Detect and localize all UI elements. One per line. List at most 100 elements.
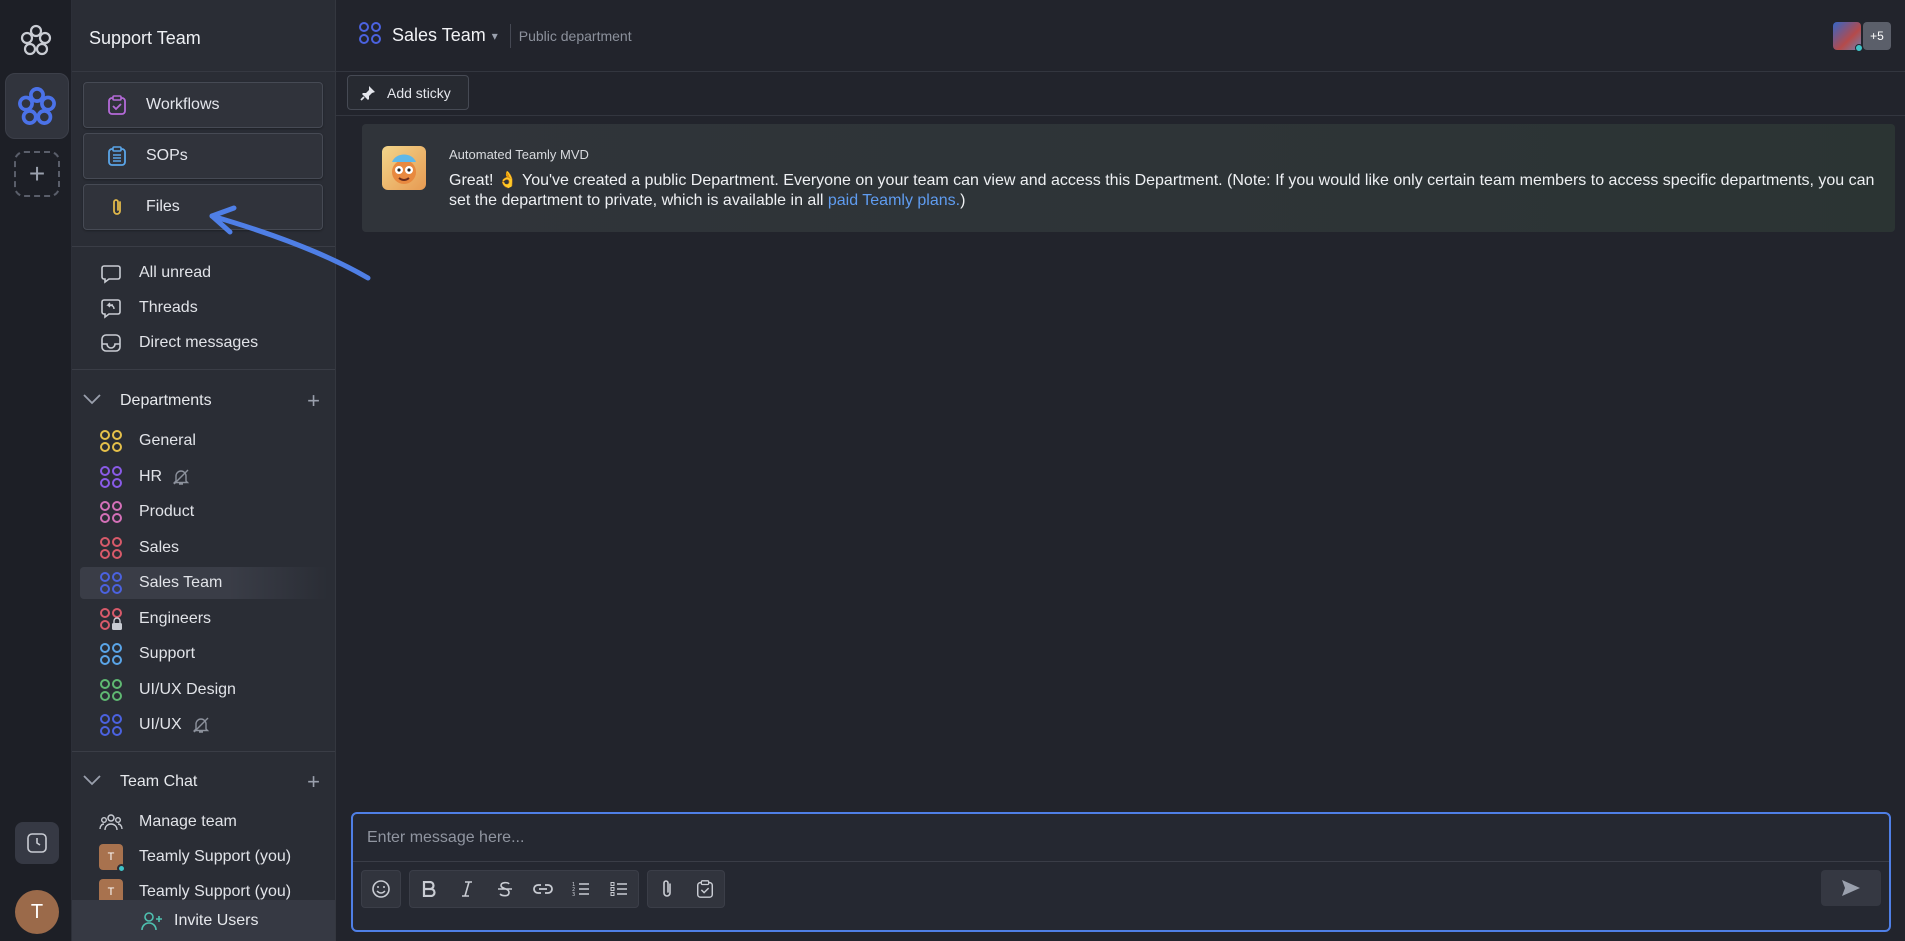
- department-icon: [99, 607, 123, 631]
- sops-button[interactable]: SOPs: [83, 133, 323, 179]
- department-item[interactable]: Sales: [72, 532, 335, 564]
- department-label: HR: [139, 467, 163, 485]
- inbox-icon: [99, 331, 123, 355]
- emoji-icon[interactable]: [362, 871, 400, 907]
- divider: [72, 369, 335, 370]
- department-item[interactable]: General: [72, 425, 335, 457]
- add-workspace-button[interactable]: +: [14, 151, 60, 197]
- divider: [509, 23, 511, 48]
- sticky-bar: Add sticky: [336, 72, 1905, 116]
- nav-threads[interactable]: Threads: [72, 292, 335, 324]
- channel-header: Sales Team ▾ Public department +5: [336, 0, 1905, 72]
- bold-icon[interactable]: [410, 871, 448, 907]
- send-icon: [1842, 880, 1860, 896]
- channel-title[interactable]: Sales Team: [392, 25, 486, 46]
- bot-avatar: [382, 146, 426, 190]
- department-item[interactable]: HR: [72, 461, 335, 493]
- chat-bubble-icon: [99, 261, 123, 285]
- dm-label: Teamly Support (you): [139, 848, 292, 865]
- sops-label: SOPs: [146, 147, 188, 164]
- message-body: Great! 👌 You've created a public Departm…: [449, 171, 1879, 211]
- files-label: Files: [146, 198, 180, 215]
- invite-users-button[interactable]: Invite Users: [72, 900, 335, 941]
- dm-teamly-support[interactable]: T Teamly Support (you): [72, 841, 335, 873]
- attach-icon[interactable]: [648, 871, 686, 907]
- nav-direct-messages[interactable]: Direct messages: [72, 327, 335, 359]
- message-text: ): [960, 192, 966, 209]
- workspace-title[interactable]: Support Team: [72, 0, 335, 72]
- chevron-down-icon: [82, 392, 104, 410]
- avatar: T: [99, 844, 126, 873]
- svg-text:3: 3: [572, 892, 575, 897]
- manage-team-item[interactable]: Manage team: [72, 806, 335, 838]
- member-avatar: [1833, 22, 1863, 52]
- add-user-icon: [140, 910, 164, 932]
- link-icon[interactable]: [524, 871, 562, 907]
- department-label: UI/UX Design: [139, 680, 236, 698]
- department-item[interactable]: UI/UX: [72, 709, 335, 741]
- department-item[interactable]: Support: [72, 638, 335, 670]
- paid-plans-link[interactable]: paid Teamly plans.: [828, 192, 960, 209]
- chevron-down-icon: [82, 773, 104, 791]
- team-chat-label: Team Chat: [120, 773, 198, 790]
- sops-icon: [104, 143, 130, 169]
- italic-icon[interactable]: [448, 871, 486, 907]
- department-label: Support: [139, 645, 196, 662]
- team-chat-header[interactable]: Team Chat +: [72, 766, 335, 798]
- add-chat-icon[interactable]: +: [307, 769, 320, 795]
- department-icon: [99, 642, 123, 666]
- online-status-dot: [1855, 44, 1863, 52]
- department-label: UI/UX: [139, 716, 182, 733]
- department-item[interactable]: UI/UX Design: [72, 674, 335, 706]
- department-item[interactable]: Product: [72, 496, 335, 528]
- history-button[interactable]: [15, 822, 59, 864]
- task-icon[interactable]: [686, 871, 724, 907]
- channel-members[interactable]: +5: [1833, 22, 1891, 52]
- message-text: Great! 👌 You've created a public Departm…: [449, 172, 1875, 209]
- main-panel: Sales Team ▾ Public department +5 Add st…: [336, 0, 1905, 941]
- formatting-toolbar: 123: [361, 870, 733, 908]
- nav-label: All unread: [139, 264, 212, 281]
- message-input[interactable]: [353, 814, 1889, 862]
- chevron-down-icon[interactable]: ▾: [492, 29, 498, 43]
- department-icon: [358, 21, 382, 50]
- dm-label: Teamly Support (you): [139, 883, 292, 900]
- add-department-icon[interactable]: +: [307, 388, 320, 414]
- online-status-dot: [117, 864, 126, 873]
- paperclip-icon: [104, 194, 130, 220]
- department-item[interactable]: Engineers: [72, 603, 335, 635]
- user-avatar[interactable]: T: [15, 890, 59, 934]
- workspace-support-team-button[interactable]: [5, 73, 69, 139]
- department-icon: [99, 678, 123, 702]
- pin-icon: [359, 84, 377, 102]
- bullet-list-icon[interactable]: [600, 871, 638, 907]
- department-icon: [99, 465, 123, 489]
- plus-icon: +: [28, 158, 46, 189]
- add-sticky-button[interactable]: Add sticky: [347, 75, 469, 110]
- department-item[interactable]: Sales Team: [80, 567, 328, 599]
- divider: [72, 751, 335, 752]
- invite-users-label: Invite Users: [174, 911, 259, 929]
- workflows-button[interactable]: Workflows: [83, 82, 323, 128]
- department-label: Engineers: [139, 609, 212, 627]
- numbered-list-icon[interactable]: 123: [562, 871, 600, 907]
- workflows-icon: [104, 92, 130, 118]
- message-author[interactable]: Automated Teamly MVD: [449, 147, 589, 162]
- departments-label: Departments: [120, 392, 212, 409]
- files-button[interactable]: Files: [83, 184, 323, 230]
- department-icon: [99, 500, 123, 524]
- sidebar: Support Team Workflows SOPs Files All un…: [72, 0, 336, 941]
- nav-all-unread[interactable]: All unread: [72, 257, 335, 289]
- teamly-logo-icon[interactable]: [18, 22, 54, 58]
- send-button[interactable]: [1821, 870, 1881, 906]
- nav-label: Direct messages: [139, 334, 259, 351]
- departments-header[interactable]: Departments +: [72, 385, 335, 417]
- department-icon: [99, 429, 123, 453]
- department-label: General: [139, 432, 196, 449]
- strikethrough-icon[interactable]: [486, 871, 524, 907]
- nav-label: Threads: [139, 299, 198, 316]
- message-composer: 123: [351, 812, 1891, 932]
- more-members-badge: +5: [1863, 22, 1891, 50]
- workspace-rail: + T: [0, 0, 72, 941]
- bell-off-icon: [192, 716, 210, 734]
